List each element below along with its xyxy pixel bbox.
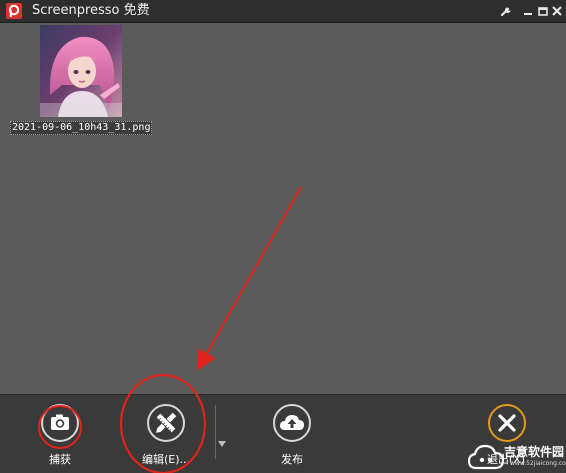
screenpresso-window: Screenpresso 免费 2021-09-06_10h43_31.png … (0, 0, 566, 473)
cloud-logo-icon (468, 444, 505, 470)
site-watermark: 吉意软件园 www.52jiaicong.com (466, 440, 566, 473)
capture-thumbnail-image[interactable] (40, 25, 122, 117)
camera-icon (51, 414, 69, 430)
close-icon (552, 6, 562, 16)
capture-button-circle[interactable] (41, 404, 79, 442)
edit-dropdown-arrow[interactable] (218, 432, 226, 447)
capture-filename-label[interactable]: 2021-09-06_10h43_31.png (10, 121, 153, 135)
settings-wrench-button[interactable] (499, 3, 515, 19)
capture-button[interactable]: 捕获 (20, 395, 100, 473)
capture-label: 捕获 (49, 453, 71, 466)
title-bar: Screenpresso 免费 (0, 0, 566, 23)
screenpresso-logo-icon (6, 3, 22, 19)
window-title: Screenpresso 免费 (32, 3, 150, 18)
watermark-url: www.52jiaicong.com (510, 460, 566, 467)
minimize-button[interactable] (520, 3, 536, 19)
close-window-button[interactable] (549, 3, 565, 19)
chevron-down-icon (218, 441, 226, 447)
watermark-text: 吉意软件园 (504, 445, 565, 459)
minimize-icon (524, 13, 532, 15)
wrench-icon (500, 7, 511, 17)
edit-label: 编辑(E)... (141, 453, 191, 466)
exit-button-circle[interactable] (488, 404, 526, 442)
publish-label: 发布 (281, 453, 303, 466)
publish-button-circle[interactable] (273, 404, 311, 442)
toolbar-divider (215, 405, 216, 459)
capture-thumbnail-item[interactable]: 2021-09-06_10h43_31.png (10, 23, 153, 135)
capture-list-area: 2021-09-06_10h43_31.png (0, 23, 566, 394)
edit-button[interactable]: 编辑(E)... (126, 395, 206, 473)
cloud-upload-icon (280, 415, 304, 430)
pencil-ruler-icon (155, 412, 177, 434)
edit-button-circle[interactable] (147, 404, 185, 442)
close-x-icon (498, 414, 516, 432)
publish-button[interactable]: 发布 (252, 395, 332, 473)
